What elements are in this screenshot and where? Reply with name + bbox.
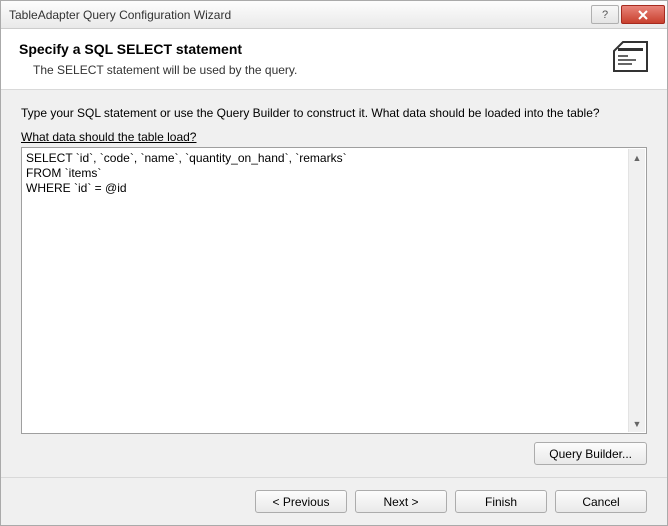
wizard-header: Specify a SQL SELECT statement The SELEC… [1, 29, 667, 90]
sql-line-selected: WHERE `id` = @id [26, 181, 127, 195]
scroll-up-icon[interactable]: ▲ [629, 149, 645, 166]
wizard-footer: < Previous Next > Finish Cancel [1, 477, 667, 525]
titlebar: TableAdapter Query Configuration Wizard … [1, 1, 667, 29]
vertical-scrollbar[interactable]: ▲ ▼ [628, 149, 645, 432]
sql-textarea[interactable]: SELECT `id`, `code`, `name`, `quantity_o… [21, 147, 647, 434]
finish-button[interactable]: Finish [455, 490, 547, 513]
sql-line: SELECT `id`, `code`, `name`, `quantity_o… [26, 151, 625, 166]
instruction-text: Type your SQL statement or use the Query… [21, 106, 647, 120]
query-builder-row: Query Builder... [21, 434, 647, 465]
cancel-button[interactable]: Cancel [555, 490, 647, 513]
sql-window-icon [609, 41, 649, 73]
page-title: Specify a SQL SELECT statement [19, 41, 609, 57]
window-title: TableAdapter Query Configuration Wizard [9, 8, 589, 22]
sql-line: FROM `items` [26, 166, 625, 181]
previous-button[interactable]: < Previous [255, 490, 347, 513]
query-builder-button[interactable]: Query Builder... [534, 442, 647, 465]
close-icon [637, 10, 649, 20]
sql-text-content: SELECT `id`, `code`, `name`, `quantity_o… [23, 149, 628, 432]
close-button[interactable] [621, 5, 665, 24]
titlebar-buttons: ? [589, 5, 665, 24]
help-button[interactable]: ? [591, 5, 619, 24]
scroll-down-icon[interactable]: ▼ [629, 415, 645, 432]
page-subtitle: The SELECT statement will be used by the… [33, 63, 609, 77]
header-icon-wrap [609, 41, 649, 77]
next-button[interactable]: Next > [355, 490, 447, 513]
sql-field-label: What data should the table load? [21, 130, 647, 144]
wizard-body: Type your SQL statement or use the Query… [1, 90, 667, 477]
header-text: Specify a SQL SELECT statement The SELEC… [19, 41, 609, 77]
wizard-window: TableAdapter Query Configuration Wizard … [0, 0, 668, 526]
